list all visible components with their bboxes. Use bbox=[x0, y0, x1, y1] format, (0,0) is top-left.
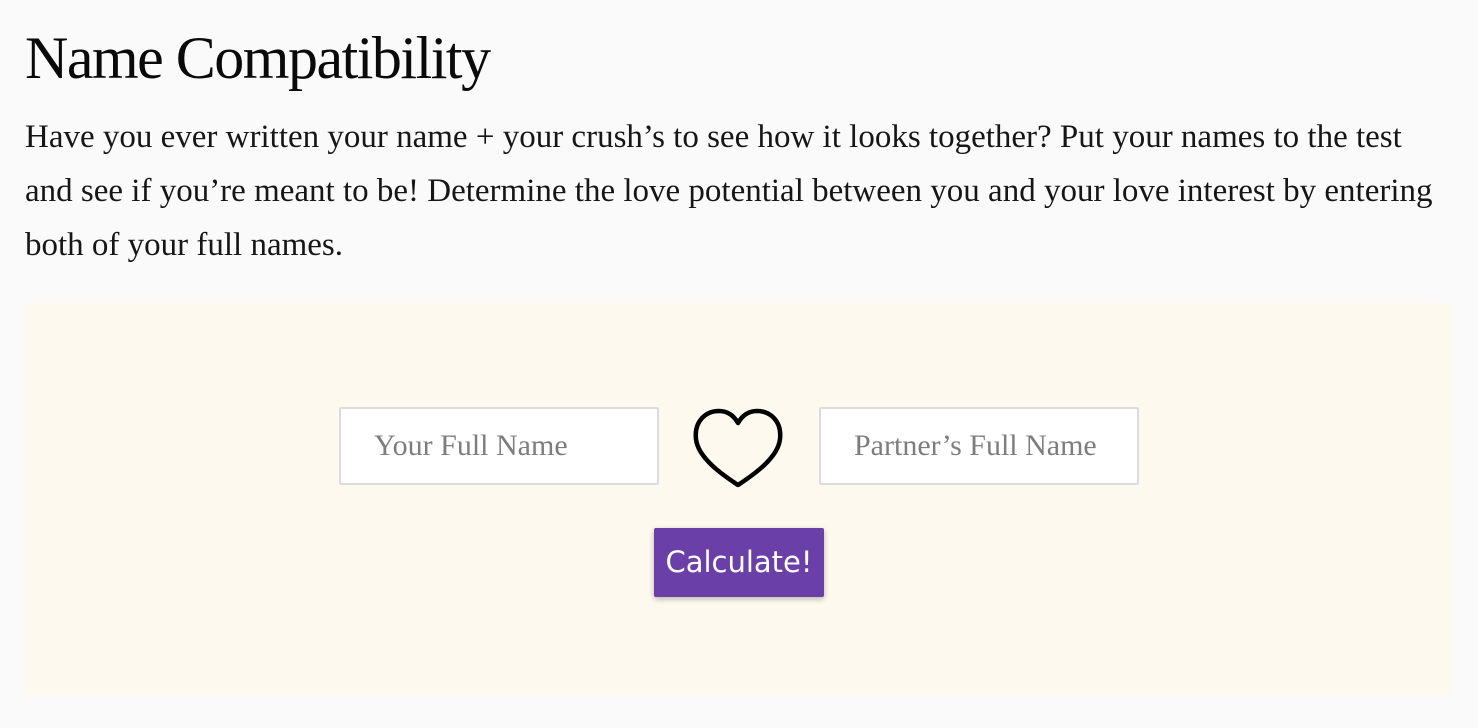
page-title: Name Compatibility bbox=[25, 25, 491, 91]
your-name-input[interactable] bbox=[339, 407, 659, 485]
partner-name-input[interactable] bbox=[819, 407, 1139, 485]
calculate-button[interactable]: Calculate! bbox=[654, 528, 824, 597]
intro-text: Have you ever written your name + your c… bbox=[25, 119, 1433, 263]
calculator-panel: Calculate! bbox=[24, 303, 1452, 695]
heart-icon bbox=[693, 408, 783, 488]
